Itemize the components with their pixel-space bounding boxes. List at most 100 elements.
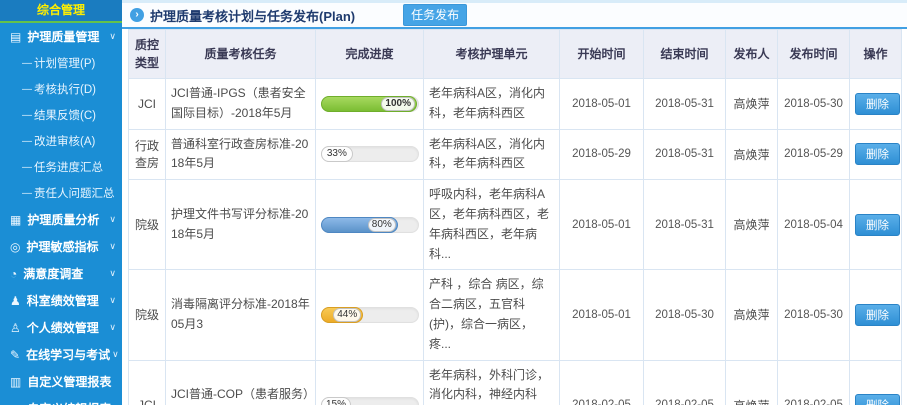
chevron-down-icon: ∨ [112,349,119,360]
chevron-down-icon: ∨ [109,214,116,225]
col-header-task: 质量考核任务 [166,30,316,79]
publisher-cell: 高焕萍 [726,129,778,180]
sidebar-item-responsible-issue-summary[interactable]: — 责任人问题汇总 [0,180,122,206]
sidebar-group-label: 护理质量管理 [27,28,107,45]
sidebar-item-assessment-execution[interactable]: — 考核执行(D) [0,76,122,102]
publish-time-cell: 2018-05-30 [778,270,850,360]
progress-bar: 80% [321,217,419,233]
document-icon: ▤ [10,30,21,44]
task-cell: JCI普通-IPGS（患者安全国际目标）-2018年5月 [166,79,316,130]
dash-bullet-icon: — [22,84,32,95]
progress-label: 100% [381,97,415,111]
chevron-down-icon: ∨ [109,241,116,252]
progress-fill: 44% [321,307,363,323]
sidebar-item-label: 考核执行(D) [34,81,96,97]
person-icon: ♙ [10,321,21,335]
progress-fill: 15% [321,397,351,405]
actions-cell: 删除 [850,129,902,180]
sidebar-item-dept-performance[interactable]: ♟ 科室绩效管理 ∨ [0,287,122,314]
sidebar-item-label: 自定义编辑报表 [27,400,111,405]
end-date-cell: 2018-05-31 [644,129,726,180]
delete-button[interactable]: 删除 [855,304,900,326]
sidebar-item-label: 个人绩效管理 [27,319,108,336]
qc-type-cell: 院级 [129,180,166,270]
sidebar-header: 综合管理 [0,0,122,23]
actions-cell: 删除 [850,270,902,360]
progress-label: 33% [323,147,351,161]
progress-fill: 100% [321,96,417,112]
task-cell: JCI普通-COP（患者服务）-2018年2月 [166,360,316,405]
publisher-cell: 高焕萍 [726,79,778,130]
sidebar-item-label: 科室绩效管理 [27,292,108,309]
sidebar-item-satisfaction-survey[interactable]: ◔ 满意度调查 ∨ [0,260,122,287]
table-row: 行政查房 普通科室行政查房标准-2018年5月 33% 老年病科A区，消化内科，… [129,129,902,180]
delete-button[interactable]: 删除 [855,394,900,405]
pencil-icon: ✎ [10,348,20,362]
dash-bullet-icon: — [22,110,32,121]
sidebar-item-quality-analysis[interactable]: ▦ 护理质量分析 ∨ [0,206,122,233]
sidebar-item-label: 计划管理(P) [34,55,95,71]
progress-label: 80% [368,218,396,232]
task-cell: 消毒隔离评分标准-2018年05月3 [166,270,316,360]
sidebar: 综合管理 ▤ 护理质量管理 ∨ — 计划管理(P) — 考核执行(D) — 结果… [0,0,122,405]
bar-chart-icon: ▦ [10,213,21,227]
sidebar-item-plan-management[interactable]: — 计划管理(P) [0,50,122,76]
actions-cell: 删除 [850,180,902,270]
sidebar-item-label: 任务进度汇总 [34,159,103,175]
sidebar-item-custom-edit-reports[interactable]: ▧ 自定义编辑报表 ∨ [0,395,122,405]
table-header-row: 质控类型 质量考核任务 完成进度 考核护理单元 开始时间 结束时间 发布人 发布… [129,30,902,79]
start-date-cell: 2018-05-01 [560,79,644,130]
units-cell: 老年病科A区，消化内科，老年病科西区 [424,79,560,130]
gauge-icon: ◔ [10,267,17,281]
sidebar-item-task-progress-summary[interactable]: — 任务进度汇总 [0,154,122,180]
dash-bullet-icon: — [22,58,32,69]
person-icon: ♟ [10,294,21,308]
report-icon: ▥ [10,375,21,389]
qc-type-cell: JCI [129,79,166,130]
page-header: › 护理质量考核计划与任务发布(Plan) 任务发布 [122,3,907,29]
sidebar-item-label: 责任人问题汇总 [34,185,115,201]
progress-cell: 100% [316,79,424,130]
table-row: JCI JCI普通-COP（患者服务）-2018年2月 15% 老年病科，外科门… [129,360,902,405]
sidebar-item-label: 结果反馈(C) [34,107,96,123]
progress-cell: 80% [316,180,424,270]
arrow-right-icon: › [130,8,144,22]
delete-button[interactable]: 删除 [855,143,900,165]
units-cell: 老年病科，外科门诊，消化内科，神经内科二，产房，产科一，护理... [424,360,560,405]
sidebar-item-label: 护理质量分析 [27,211,107,228]
delete-button[interactable]: 删除 [855,93,900,115]
units-cell: 呼吸内科，老年病科A区，老年病科西区，老年病科西区，老年病科... [424,180,560,270]
dash-bullet-icon: — [22,162,32,173]
publisher-cell: 高焕萍 [726,360,778,405]
actions-cell: 删除 [850,360,902,405]
publisher-cell: 高焕萍 [726,180,778,270]
qc-type-cell: 院级 [129,270,166,360]
sidebar-item-sensitive-indicators[interactable]: ◎ 护理敏感指标 ∨ [0,233,122,260]
qc-type-cell: JCI [129,360,166,405]
task-publish-button[interactable]: 任务发布 [403,4,467,26]
end-date-cell: 2018-05-31 [644,79,726,130]
progress-fill: 80% [321,217,398,233]
sidebar-item-label: 自定义管理报表 [27,373,114,390]
delete-button[interactable]: 删除 [855,214,900,236]
dash-bullet-icon: — [22,136,32,147]
col-header-publish-time: 发布时间 [778,30,850,79]
col-header-units: 考核护理单元 [424,30,560,79]
sidebar-item-improvement-review[interactable]: — 改进审核(A) [0,128,122,154]
progress-cell: 44% [316,270,424,360]
col-header-actions: 操作 [850,30,902,79]
publisher-cell: 高焕萍 [726,270,778,360]
page-title: 护理质量考核计划与任务发布(Plan) [150,6,355,25]
sidebar-item-result-feedback[interactable]: — 结果反馈(C) [0,102,122,128]
sidebar-item-personal-performance[interactable]: ♙ 个人绩效管理 ∨ [0,314,122,341]
sidebar-item-custom-mgmt-reports[interactable]: ▥ 自定义管理报表 [0,368,122,395]
table-row: 院级 消毒隔离评分标准-2018年05月3 44% 产科 ，综合 病区，综合二病… [129,270,902,360]
sidebar-group-nursing-quality-mgmt[interactable]: ▤ 护理质量管理 ∨ [0,23,122,50]
table-row: 院级 护理文件书写评分标准-2018年5月 80% 呼吸内科，老年病科A区，老年… [129,180,902,270]
main-content: › 护理质量考核计划与任务发布(Plan) 任务发布 质控类型 质量考核任务 完… [122,0,907,405]
sidebar-item-online-learning-exam[interactable]: ✎ 在线学习与考试 ∨ [0,341,122,368]
col-header-publisher: 发布人 [726,30,778,79]
publish-time-cell: 2018-05-30 [778,79,850,130]
chevron-down-icon: ∨ [109,268,116,279]
plan-table: 质控类型 质量考核任务 完成进度 考核护理单元 开始时间 结束时间 发布人 发布… [128,29,902,405]
